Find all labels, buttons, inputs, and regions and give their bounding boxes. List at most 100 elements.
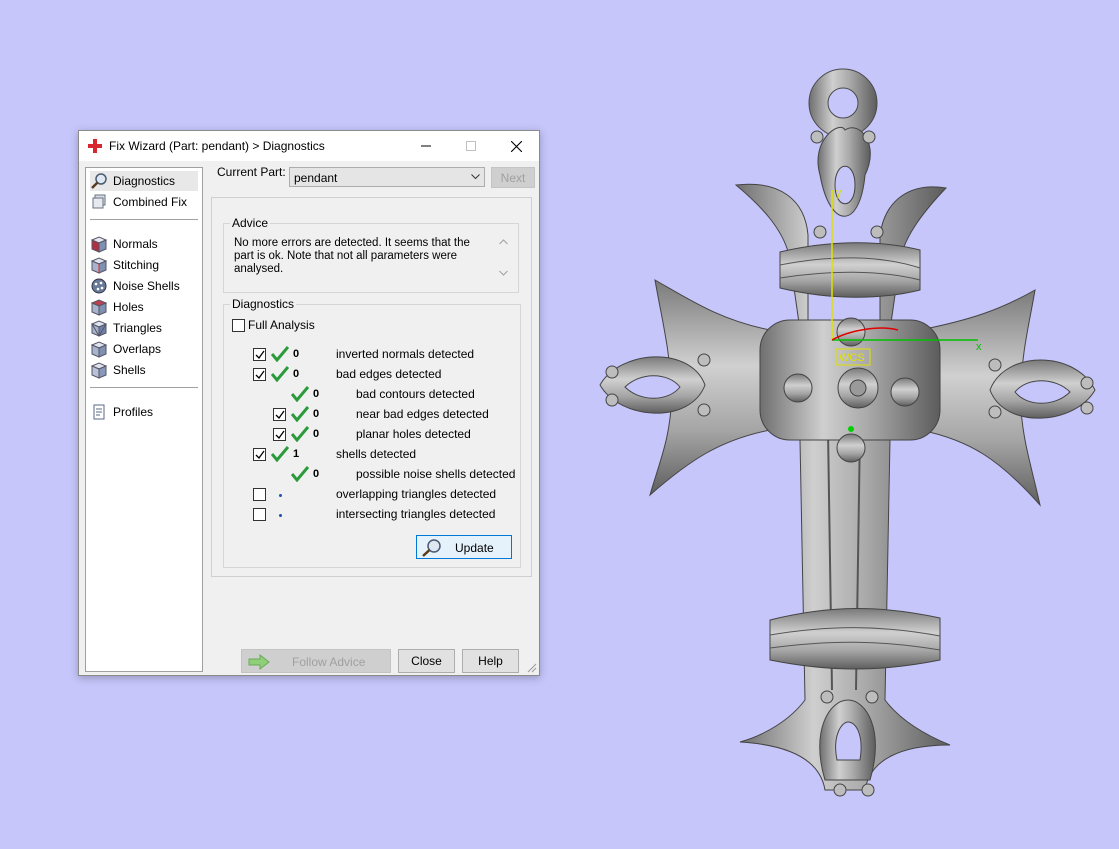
scroll-up-icon[interactable] [499,239,508,245]
arrow-right-icon [248,654,270,670]
follow-advice-button[interactable]: Follow Advice [241,649,391,673]
nav-label: Shells [113,363,146,377]
follow-advice-label: Follow Advice [292,655,366,669]
ok-tick-icon [291,466,309,482]
checkmark-icon [275,430,285,440]
nav-divider [90,387,198,388]
intersecting-triangles-label: intersecting triangles detected [336,507,496,521]
nav-item-diagnostics[interactable]: Diagnostics [90,171,198,191]
current-part-label: Current Part: [217,165,286,179]
holes-cube-icon [90,299,108,316]
overlaps-cube-icon [90,341,108,358]
advice-title: Advice [230,216,271,230]
nav-label: Combined Fix [113,195,188,209]
planar-holes-checkbox[interactable] [273,428,286,441]
shells-checkbox[interactable] [253,448,266,461]
ok-tick-icon [271,366,289,382]
resize-grip-icon[interactable] [527,663,537,673]
full-analysis-label: Full Analysis [248,318,315,332]
y-axis-label: y [836,187,842,199]
nav-item-shells[interactable]: Shells [90,360,198,380]
normals-cube-icon [90,236,108,253]
noise-shells-label: possible noise shells detected [356,467,516,481]
pendant-model[interactable] [599,68,1096,797]
inverted-normals-count: 0 [293,348,300,360]
wizard-nav-panel: Diagnostics Combined Fix Normals Stitchi… [85,167,203,672]
nav-label: Noise Shells [113,279,180,293]
full-analysis-checkbox[interactable] [232,319,245,332]
help-button-label: Help [478,654,503,668]
diagnostics-title: Diagnostics [230,297,297,311]
bad-contours-count: 0 [313,388,320,400]
planar-holes-count: 0 [313,428,320,440]
nav-divider [90,219,198,220]
bad-contours-label: bad contours detected [356,387,475,401]
magnifier-icon [422,539,441,557]
nav-item-holes[interactable]: Holes [90,297,198,317]
nav-item-overlaps[interactable]: Overlaps [90,339,198,359]
nav-item-noise-shells[interactable]: Noise Shells [90,276,198,296]
update-button-label: Update [455,541,494,555]
combined-fix-icon [92,194,106,209]
nav-item-triangles[interactable]: Triangles [90,318,198,338]
nav-item-normals[interactable]: Normals [90,234,198,254]
ok-tick-icon [271,346,289,362]
current-part-select[interactable]: pendant [289,167,485,187]
update-button[interactable]: Update [416,535,512,559]
title-bar[interactable]: Fix Wizard (Part: pendant) > Diagnostics [79,131,539,161]
ok-tick-icon [271,446,289,462]
advice-group: Advice No more errors are detected. It s… [223,216,519,293]
near-bad-edges-count: 0 [313,408,320,420]
nav-item-stitching[interactable]: Stitching [90,255,198,275]
inverted-normals-checkbox[interactable] [253,348,266,361]
intersecting-triangles-checkbox[interactable] [253,508,266,521]
nav-label: Profiles [113,405,154,419]
overlapping-triangles-checkbox[interactable] [253,488,266,501]
minimize-button[interactable] [403,131,449,161]
maximize-button[interactable] [448,131,494,161]
3d-viewport[interactable]: y x WCS [560,0,1119,849]
window-title: Fix Wizard (Part: pendant) > Diagnostics [109,139,325,153]
bad-edges-checkbox[interactable] [253,368,266,381]
wcs-label: WCS [839,352,865,364]
bad-edges-label: bad edges detected [336,367,442,381]
close-button-label: Close [411,654,442,668]
advice-text: No more errors are detected. It seems th… [234,237,470,275]
noise-shells-icon [91,278,107,294]
next-button[interactable]: Next [491,167,535,188]
close-window-button[interactable] [493,131,539,161]
minimize-icon [421,145,431,147]
bad-edges-count: 0 [293,368,300,380]
noise-shells-count: 0 [313,468,320,480]
stitching-cube-icon [90,257,108,274]
shells-label: shells detected [336,447,417,461]
checkmark-icon [255,450,265,460]
ok-tick-icon [291,406,309,422]
inverted-normals-label: inverted normals detected [336,347,475,361]
overlapping-triangles-label: overlapping triangles detected [336,487,497,501]
planar-holes-label: planar holes detected [356,427,471,441]
near-bad-edges-label: near bad edges detected [356,407,489,421]
origin-marker [848,426,854,432]
profiles-document-icon [93,404,105,420]
close-icon [510,140,522,152]
triangles-cube-icon [90,320,108,337]
nav-label: Overlaps [113,342,162,356]
shells-cube-icon [90,362,108,379]
magnifier-icon [91,173,107,189]
nav-label: Triangles [113,321,162,335]
scroll-down-icon[interactable] [499,270,508,276]
maximize-icon [466,141,476,151]
near-bad-edges-checkbox[interactable] [273,408,286,421]
pending-dot-icon [279,514,282,517]
pending-dot-icon [279,494,282,497]
x-axis-label: x [976,341,982,353]
nav-item-combined-fix[interactable]: Combined Fix [90,192,198,212]
help-button[interactable]: Help [462,649,519,673]
ok-tick-icon [291,426,309,442]
checkmark-icon [275,410,285,420]
red-cross-icon [88,139,102,153]
shells-count: 1 [293,448,300,460]
nav-item-profiles[interactable]: Profiles [90,402,198,422]
close-button[interactable]: Close [398,649,455,673]
